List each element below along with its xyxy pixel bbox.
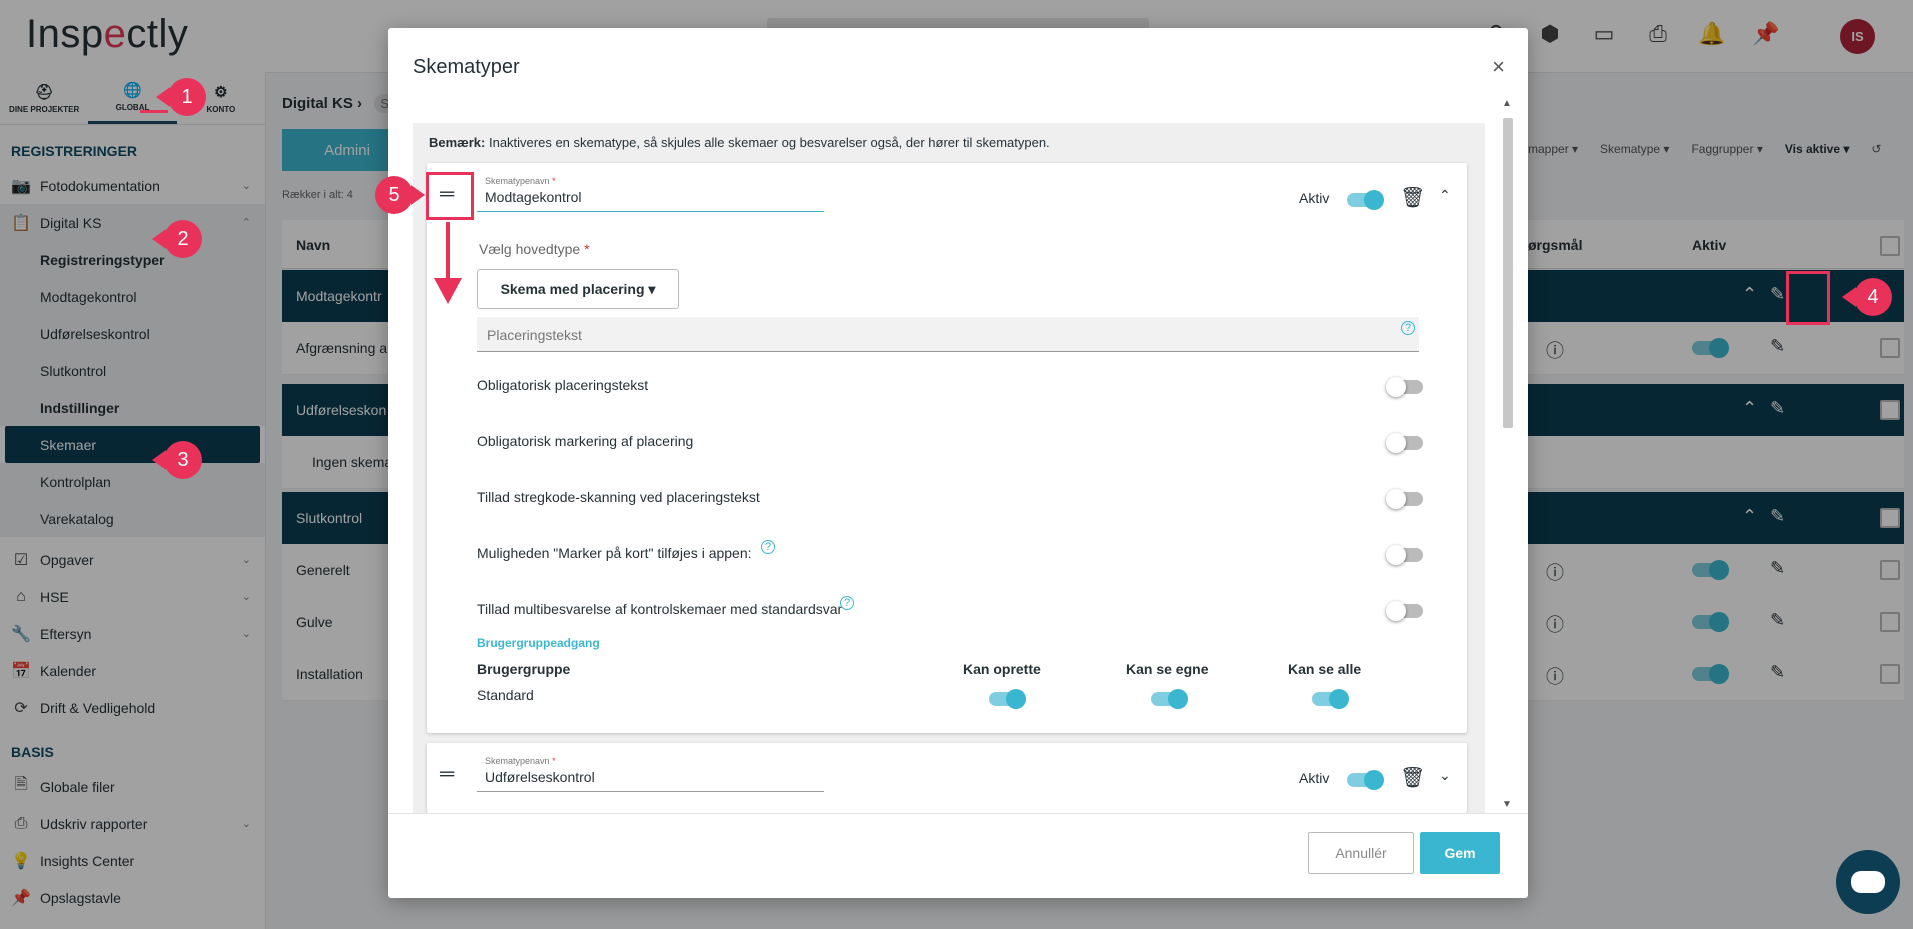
skematype-card: ═ Skematypenavn * Udførelseskontrol Akti…	[427, 743, 1467, 813]
active-toggle[interactable]	[1347, 190, 1384, 210]
hovedtype-dropdown[interactable]: Skema med placering ▾	[477, 269, 679, 309]
col-brugergruppe: Brugergruppe	[477, 661, 571, 677]
skematype-name-input[interactable]: Modtagekontrol	[485, 189, 582, 205]
trash-icon[interactable]: 🗑	[1400, 185, 1425, 210]
skematype-label: Skematypenavn *	[485, 756, 556, 766]
modal-body: Bemærk: Inaktiveres en skematype, så skj…	[413, 123, 1485, 813]
option-toggle[interactable]	[1386, 489, 1423, 509]
annotation-badge: 1	[156, 78, 206, 116]
help-icon[interactable]: ?	[1401, 321, 1415, 335]
skematyper-modal: Skematyper × Bemærk: Inaktiveres en skem…	[388, 28, 1528, 898]
chat-button[interactable]	[1836, 850, 1900, 914]
chevron-up-icon[interactable]: ⌃	[1439, 187, 1451, 204]
annotation-arrow-shaft	[446, 222, 450, 280]
help-icon[interactable]: ?	[761, 540, 775, 554]
aktiv-label: Aktiv	[1299, 770, 1330, 786]
placeringstekst-input[interactable]: Placeringstekst ?	[477, 317, 1419, 352]
brugergruppe-value: Standard	[477, 687, 534, 703]
annotation-badge: 4	[1842, 278, 1892, 316]
hovedtype-label: Vælg hovedtype *	[479, 241, 590, 257]
kan-oprette-toggle[interactable]	[989, 689, 1026, 709]
modal-scrollbar[interactable]: ▲ ▼	[1502, 98, 1514, 810]
option-label: Obligatorisk placeringstekst	[477, 377, 649, 393]
col-kan-oprette: Kan oprette	[963, 661, 1041, 677]
annotation-highlight	[1786, 271, 1830, 325]
drag-handle-icon[interactable]: ═	[440, 763, 454, 786]
annotation-badge: 5	[375, 176, 425, 214]
close-icon[interactable]: ×	[1492, 54, 1505, 80]
option-label: Muligheden "Marker på kort" tilføjes i a…	[477, 545, 752, 561]
save-button[interactable]: Gem	[1420, 832, 1500, 874]
option-label: Obligatorisk markering af placering	[477, 433, 694, 449]
col-kan-se-egne: Kan se egne	[1126, 661, 1209, 677]
option-toggle[interactable]	[1386, 377, 1423, 397]
option-toggle[interactable]	[1386, 601, 1423, 621]
annotation-underline	[140, 110, 168, 113]
trash-icon[interactable]: 🗑	[1400, 765, 1425, 790]
kan-se-alle-toggle[interactable]	[1312, 689, 1349, 709]
annotation-badge: 3	[152, 441, 202, 479]
aktiv-label: Aktiv	[1299, 190, 1330, 206]
annotation-highlight	[426, 172, 474, 220]
chat-icon	[1851, 871, 1885, 893]
skematype-label: Skematypenavn *	[485, 176, 556, 186]
skematype-name-input[interactable]: Udførelseskontrol	[485, 769, 595, 785]
annotation-arrow-head	[434, 278, 462, 304]
scroll-down-icon[interactable]: ▼	[1502, 799, 1512, 810]
modal-footer: Annullér Gem	[388, 813, 1528, 899]
inactivation-note: Bemærk: Inaktiveres en skematype, så skj…	[429, 135, 1050, 150]
help-icon[interactable]: ?	[840, 596, 854, 610]
brugergruppe-section-title: Brugergruppeadgang	[477, 636, 600, 650]
modal-title: Skematyper	[413, 56, 520, 78]
scroll-up-icon[interactable]: ▲	[1502, 98, 1512, 109]
annotation-badge: 2	[152, 220, 202, 258]
skematype-card: ═ Skematypenavn * Modtagekontrol Aktiv 🗑…	[427, 163, 1467, 733]
option-toggle[interactable]	[1386, 433, 1423, 453]
col-kan-se-alle: Kan se alle	[1288, 661, 1362, 677]
kan-se-egne-toggle[interactable]	[1151, 689, 1188, 709]
option-label: Tillad multibesvarelse af kontrolskemaer…	[477, 601, 843, 617]
cancel-button[interactable]: Annullér	[1308, 832, 1414, 874]
chevron-down-icon[interactable]: ⌄	[1439, 767, 1451, 784]
option-toggle[interactable]	[1386, 545, 1423, 565]
option-label: Tillad stregkode-skanning ved placerings…	[477, 489, 760, 505]
active-toggle[interactable]	[1347, 770, 1384, 790]
